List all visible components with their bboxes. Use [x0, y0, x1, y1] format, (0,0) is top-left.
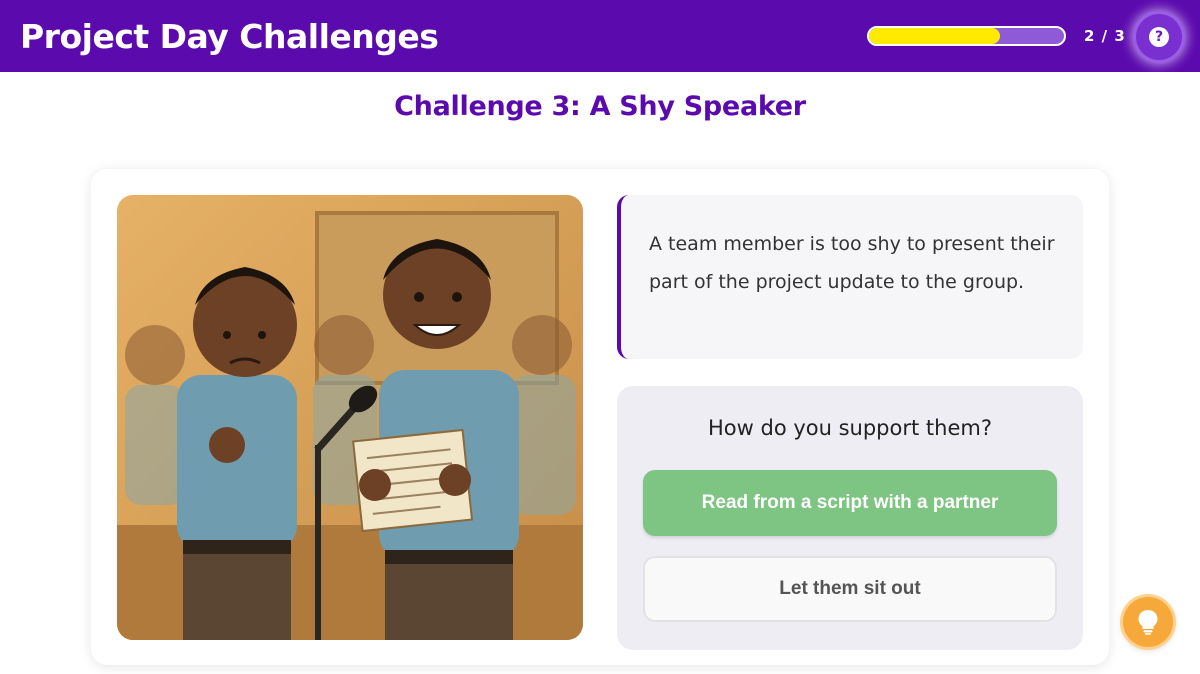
- scene-illustration: [117, 195, 583, 640]
- app-title: Project Day Challenges: [20, 16, 439, 56]
- progress-fill: [869, 28, 1000, 44]
- progress-bar: [867, 26, 1066, 46]
- progress-counter: 2 / 3: [1084, 27, 1126, 45]
- challenge-description: A team member is too shy to present thei…: [649, 233, 1055, 293]
- hint-button[interactable]: [1123, 597, 1173, 647]
- choice-read-script-button[interactable]: Read from a script with a partner: [643, 470, 1057, 536]
- lightbulb-icon: [1138, 610, 1158, 635]
- choice-sit-out-button[interactable]: Let them sit out: [643, 556, 1057, 622]
- question-panel: How do you support them? Read from a scr…: [617, 386, 1083, 650]
- challenge-title: Challenge 3: A Shy Speaker: [394, 91, 806, 122]
- challenge-description-box: A team member is too shy to present thei…: [617, 195, 1083, 359]
- help-button[interactable]: ?: [1136, 14, 1182, 60]
- question-prompt: How do you support them?: [708, 416, 992, 440]
- question-circle-icon: ?: [1149, 27, 1169, 47]
